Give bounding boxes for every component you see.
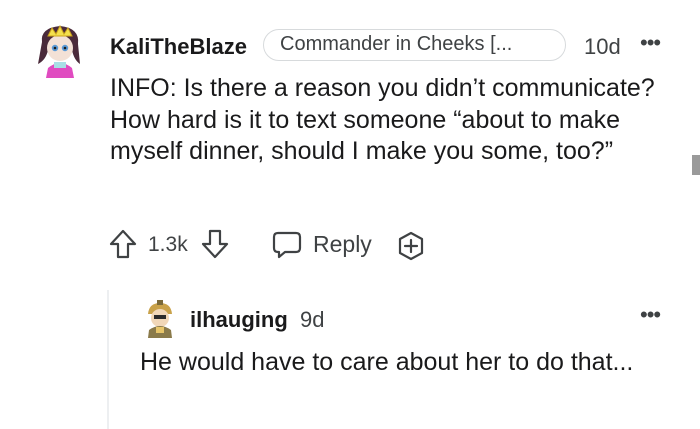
more-icon[interactable]: •••	[640, 302, 661, 328]
thread-line[interactable]	[107, 290, 109, 429]
more-icon[interactable]: •••	[640, 30, 661, 56]
reply-age: 9d	[300, 307, 325, 332]
comment-author[interactable]: KaliTheBlaze	[110, 34, 247, 60]
award-icon[interactable]	[396, 231, 426, 261]
downvote-icon[interactable]	[201, 229, 229, 259]
reply-button[interactable]: Reply	[313, 231, 372, 258]
reply-author[interactable]: ilhauging	[190, 307, 288, 333]
avatar[interactable]	[143, 300, 177, 338]
user-flair: Commander in Cheeks [...	[263, 29, 566, 61]
comment-body: INFO: Is there a reason you didn’t commu…	[110, 74, 655, 165]
scrollbar-thumb[interactable]	[692, 155, 700, 175]
vote-score: 1.3k	[148, 233, 188, 256]
comment-age: 10d	[584, 34, 621, 59]
upvote-icon[interactable]	[109, 229, 137, 259]
reply-icon[interactable]	[272, 231, 302, 259]
reply-body: He would have to care about her to do th…	[140, 348, 634, 376]
avatar[interactable]	[30, 20, 90, 80]
